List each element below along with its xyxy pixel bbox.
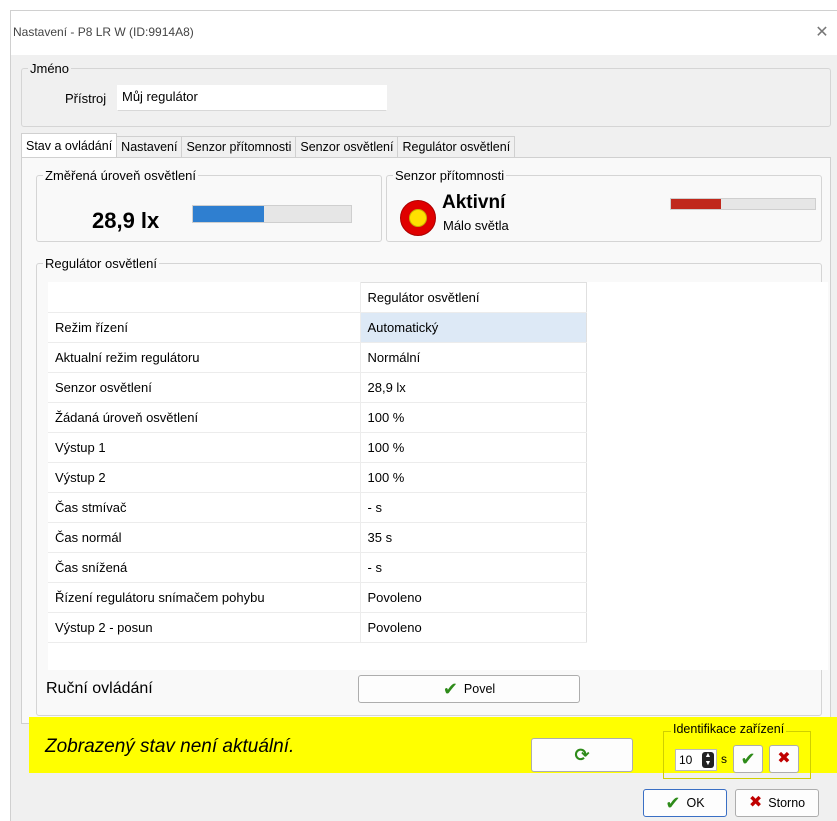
table-row[interactable]: Žádaná úroveň osvětlení 100 % [48,402,587,433]
header-blank-cell [48,282,361,313]
row-label: Výstup 2 - posun [48,612,361,643]
table-row[interactable]: Výstup 1 100 % [48,432,587,463]
row-label: Aktualní režim regulátoru [48,342,361,373]
presence-status: Aktivní [442,192,506,213]
device-label: Přístroj [65,91,107,106]
title-bar: Nastavení - P8 LR W (ID:9914A8) ✕ [11,11,837,55]
measured-lux-value: 28,9 lx [92,208,160,233]
table-row[interactable]: Režim řízení Automatický [48,312,587,343]
lux-level-fill [193,206,265,222]
refresh-button[interactable]: ⟳ [531,738,633,772]
row-value: 35 s [360,522,587,553]
presence-level-fill [671,199,722,209]
row-label: Čas stmívač [48,492,361,523]
check-icon: ✔ [665,793,681,813]
table-row[interactable]: Čas normál 35 s [48,522,587,553]
name-group-legend: Jméno [30,61,70,76]
settings-window: Nastavení - P8 LR W (ID:9914A8) ✕ Jméno … [10,10,837,821]
cancel-label: Storno [768,796,806,810]
row-value: - s [360,492,587,523]
row-value: 100 % [360,432,587,463]
identify-legend: Identifikace zařízení [671,722,787,736]
row-value: Automatický [360,312,587,343]
presence-level-bar [670,198,816,210]
table-row[interactable]: Senzor osvětlení 28,9 lx [48,372,587,403]
row-value: Povoleno [360,612,587,643]
tab-status-control[interactable]: Stav a ovládání [21,133,118,158]
table-row[interactable]: Výstup 2 100 % [48,462,587,493]
row-value: 100 % [360,402,587,433]
row-label: Senzor osvětlení [48,372,361,403]
cancel-button[interactable]: ✖ Storno [735,789,819,817]
status-message: Zobrazený stav není aktuální. [45,736,295,757]
row-value: Povoleno [360,582,587,613]
tab-panel: Změřená úroveň osvětlení 28,9 lx Senzor … [21,157,831,724]
table-row[interactable]: Aktualní režim regulátoru Normální [48,342,587,373]
row-label: Režim řízení [48,312,361,343]
grid-background [587,282,828,642]
command-button-label: Povel [463,682,496,696]
tab-light-regulator[interactable]: Regulátor osvětlení [397,136,516,158]
identify-cancel-button[interactable]: ✖ [769,745,799,773]
row-label: Výstup 2 [48,462,361,493]
row-value: Normální [360,342,587,373]
command-button[interactable]: ✔ Povel [358,675,580,703]
regulator-legend: Regulátor osvětlení [45,256,158,271]
ok-button[interactable]: ✔ OK [643,789,727,817]
grid-background-bottom [48,642,828,670]
spinner-arrows-icon[interactable]: ▲ ▼ [702,752,714,768]
refresh-icon: ⟳ [574,744,590,765]
check-icon: ✔ [442,679,458,699]
row-value: 100 % [360,462,587,493]
identify-unit: s [721,752,727,766]
table-row[interactable]: Výstup 2 - posun Povoleno [48,612,587,643]
tab-presence-sensor[interactable]: Senzor přítomnosti [181,136,297,158]
x-icon: ✖ [777,750,791,767]
table-row[interactable]: Čas snížená - s [48,552,587,583]
row-label: Řízení regulátoru snímačem pohybu [48,582,361,613]
identify-seconds-spinner[interactable]: 10 ▲ ▼ [675,749,717,771]
row-label: Žádaná úroveň osvětlení [48,402,361,433]
lux-level-bar [192,205,352,223]
row-label: Čas snížená [48,552,361,583]
presence-sensor-legend: Senzor přítomnosti [395,168,505,183]
row-label: Čas normál [48,522,361,553]
table-row[interactable]: Čas stmívač - s [48,492,587,523]
row-value: - s [360,552,587,583]
close-icon[interactable]: ✕ [812,23,832,43]
row-value: 28,9 lx [360,372,587,403]
table-header-row: Regulátor osvětlení [48,282,587,313]
window-title: Nastavení - P8 LR W (ID:9914A8) [13,25,194,39]
ok-label: OK [686,796,705,810]
presence-substatus: Málo světla [443,218,509,233]
check-icon: ✔ [740,749,756,769]
x-icon: ✖ [748,794,763,811]
tab-bar: Stav a ovládání Nastavení Senzor přítomn… [21,133,516,158]
column-header: Regulátor osvětlení [360,282,587,313]
measured-light-legend: Změřená úroveň osvětlení [45,168,197,183]
regulator-table: Regulátor osvětlení Režim řízení Automati… [48,282,587,643]
tab-settings[interactable]: Nastavení [116,136,183,158]
manual-control-label: Ruční ovládání [46,680,153,697]
device-name-input[interactable]: Můj regulátor [117,85,387,111]
table-row[interactable]: Řízení regulátoru snímačem pohybu Povolen… [48,582,587,613]
identify-seconds-value: 10 [679,753,693,767]
identify-confirm-button[interactable]: ✔ [733,745,763,773]
presence-status-icon [400,200,436,236]
row-label: Výstup 1 [48,432,361,463]
tab-light-sensor[interactable]: Senzor osvětlení [295,136,399,158]
